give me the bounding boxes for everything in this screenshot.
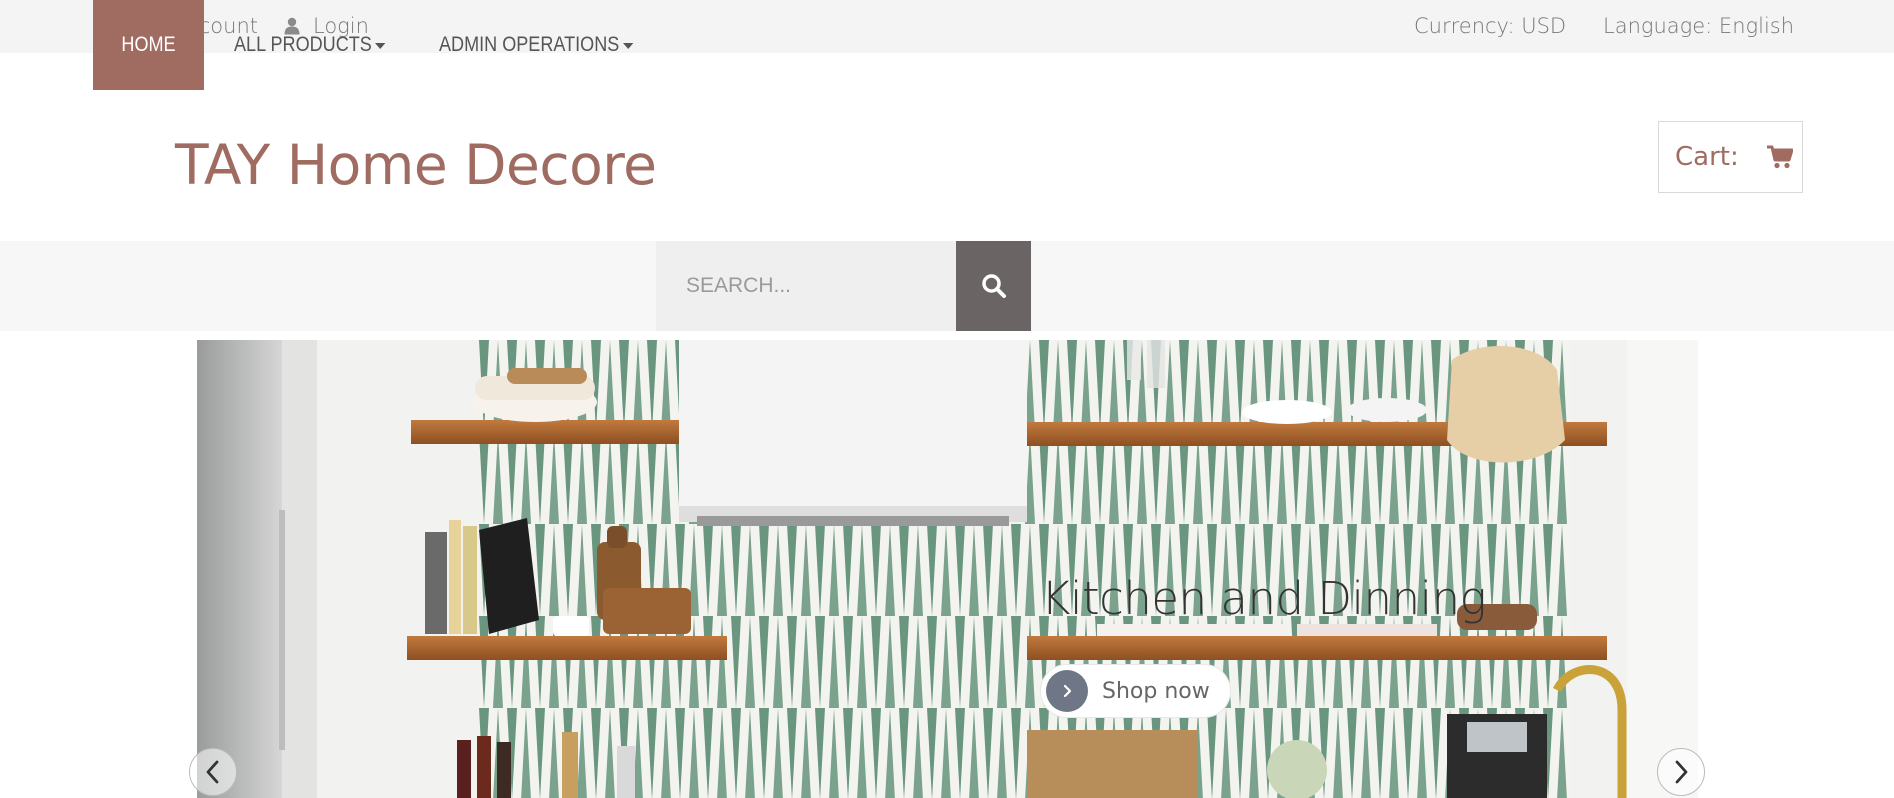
shopping-cart-icon bbox=[1766, 145, 1793, 169]
nav-home[interactable]: HOME bbox=[93, 0, 204, 90]
nav-home-label: HOME bbox=[121, 33, 176, 56]
currency-label: Currency: USD bbox=[1414, 14, 1567, 38]
slide-title: Kitchen and Dinning bbox=[1041, 572, 1487, 625]
nav-all-products[interactable]: ALL PRODUCTS bbox=[234, 0, 386, 90]
nav-admin-operations-label: ADMIN OPERATIONS bbox=[439, 33, 620, 56]
language-label: Language: English bbox=[1603, 14, 1795, 38]
site-logo[interactable]: TAY Home Decore bbox=[175, 133, 657, 197]
caret-down-icon bbox=[622, 43, 634, 49]
nav-admin-operations[interactable]: ADMIN OPERATIONS bbox=[439, 0, 634, 90]
kitchen-photo bbox=[197, 340, 1698, 798]
nav-all-products-label: ALL PRODUCTS bbox=[234, 33, 372, 56]
slider-next-button[interactable] bbox=[1657, 748, 1705, 796]
cart-button[interactable]: Cart: bbox=[1658, 121, 1803, 193]
language-selector[interactable]: Language: English bbox=[1603, 13, 1794, 39]
chevron-right-icon bbox=[1675, 760, 1688, 784]
search-button[interactable] bbox=[956, 241, 1031, 331]
slider-prev-button[interactable] bbox=[189, 748, 237, 796]
chevron-right-icon bbox=[1046, 670, 1088, 712]
shop-now-button[interactable]: Shop now bbox=[1041, 665, 1230, 717]
caret-down-icon bbox=[375, 43, 386, 49]
shop-now-label: Shop now bbox=[1102, 678, 1210, 704]
search-input[interactable] bbox=[656, 241, 956, 331]
currency-selector[interactable]: Currency: USD bbox=[1414, 13, 1566, 39]
hero-slider bbox=[197, 340, 1698, 798]
cart-label: Cart: bbox=[1675, 142, 1739, 172]
search-icon bbox=[981, 274, 1006, 298]
chevron-left-icon bbox=[206, 760, 219, 784]
